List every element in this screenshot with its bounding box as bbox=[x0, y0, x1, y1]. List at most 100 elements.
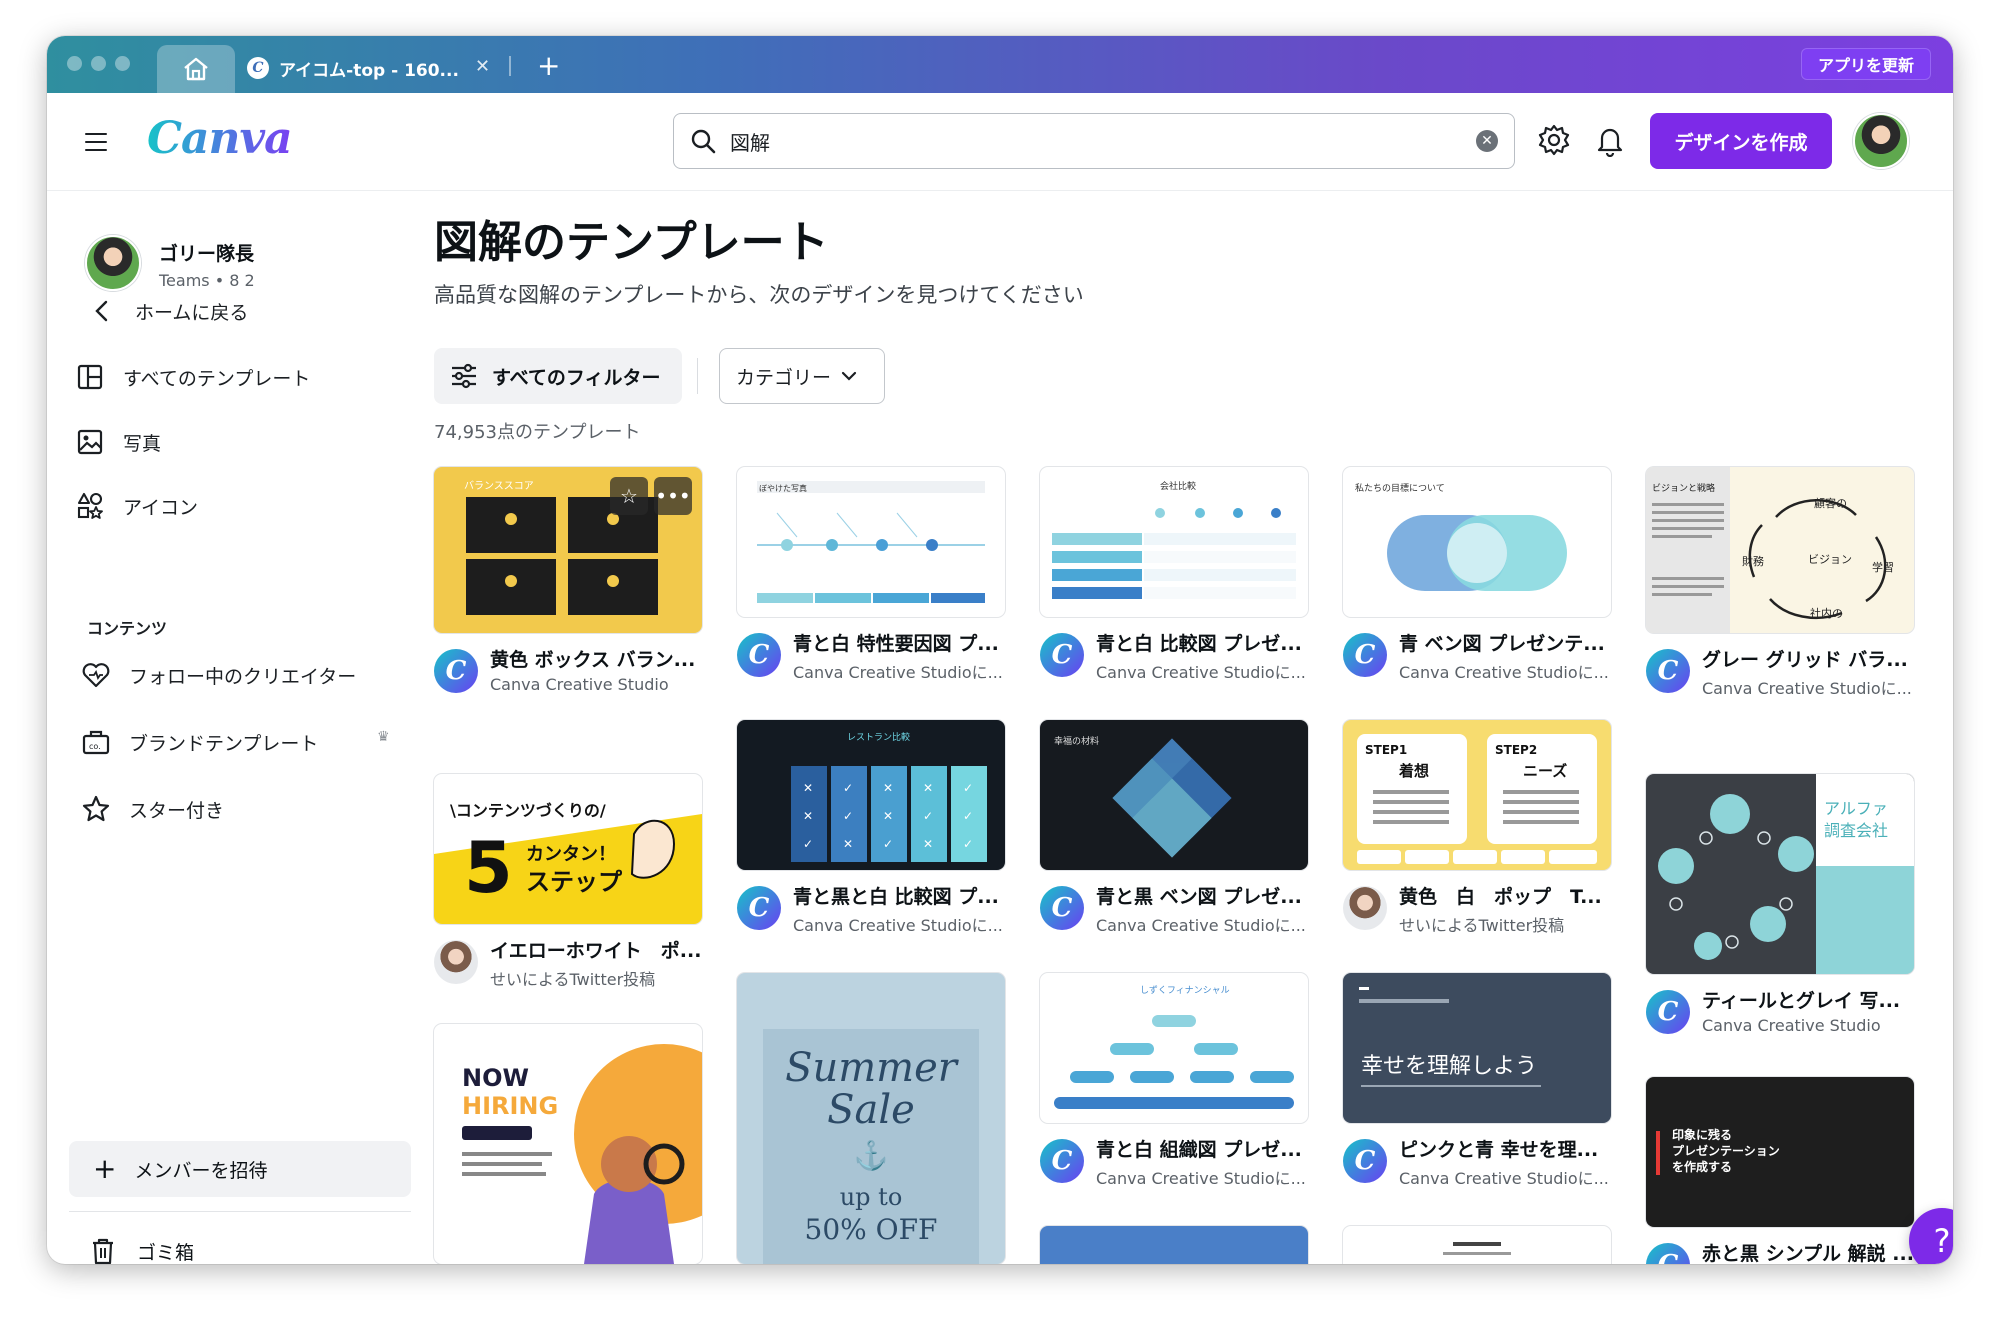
filter-separator bbox=[697, 358, 698, 394]
creator-avatar[interactable]: C bbox=[1646, 1243, 1690, 1264]
gear-icon[interactable] bbox=[1537, 123, 1571, 157]
card-title[interactable]: 赤と黒 シンプル 解説 ... bbox=[1702, 1239, 1914, 1264]
template-thumbnail[interactable] bbox=[1343, 1226, 1611, 1264]
card-author[interactable]: Canva Creative Studioに... bbox=[1399, 1165, 1611, 1189]
card-title[interactable]: 黄色 白 ポップ T... bbox=[1399, 882, 1611, 909]
document-tab[interactable]: C アイコム-top - 160... bbox=[247, 48, 507, 88]
card-meta: C 青と黒 ベン図 プレゼ... Canva Creative Studioに.… bbox=[1040, 880, 1308, 940]
creator-avatar[interactable]: C bbox=[1646, 990, 1690, 1034]
card-title[interactable]: グレー グリッド バラ... bbox=[1702, 645, 1914, 672]
creator-avatar[interactable]: C bbox=[1343, 633, 1387, 677]
card-title[interactable]: 青と黒と白 比較図 プ... bbox=[793, 882, 1005, 909]
profile-avatar[interactable] bbox=[85, 235, 141, 291]
template-thumbnail[interactable]: Summer Sale ⚓ up to 50% OFF bbox=[737, 973, 1005, 1264]
template-thumbnail[interactable]: ビジョンと戦略 顧客の 学習 社内の 財務 ビジョン bbox=[1646, 467, 1914, 633]
template-thumbnail[interactable]: しずくフィナンシャル bbox=[1040, 973, 1308, 1123]
template-thumbnail[interactable]: STEP1 STEP2 着想 ニーズ bbox=[1343, 720, 1611, 870]
thumbnail-label: 幸福の材料 bbox=[1054, 735, 1099, 747]
card-author[interactable]: Canva Creative Studioに... bbox=[1399, 659, 1611, 683]
template-thumbnail[interactable]: \コンテンツづくりの/ 5 カンタン！ ステップ bbox=[434, 774, 702, 924]
creator-avatar[interactable] bbox=[434, 940, 478, 984]
template-thumbnail[interactable]: ぼやけた写真 bbox=[737, 467, 1005, 617]
creator-avatar[interactable]: C bbox=[737, 886, 781, 930]
update-app-button[interactable]: アプリを更新 bbox=[1800, 48, 1931, 80]
creator-avatar[interactable]: C bbox=[1040, 633, 1084, 677]
creator-avatar[interactable]: C bbox=[1646, 649, 1690, 693]
template-thumbnail[interactable]: 印象に残る プレゼンテーション を作成する bbox=[1646, 1077, 1914, 1227]
card-author[interactable]: Canva Creative Studioに... bbox=[793, 659, 1005, 683]
notification-bell-icon[interactable] bbox=[1593, 123, 1627, 157]
creator-avatar[interactable]: C bbox=[434, 649, 478, 693]
card-author[interactable]: せいによるTwitter投稿 bbox=[490, 966, 702, 990]
creator-avatar[interactable]: C bbox=[1343, 1139, 1387, 1183]
fishbone-diagram-art: ぼやけた写真 bbox=[757, 481, 985, 603]
card-title[interactable]: 青と白 組織図 プレゼ... bbox=[1096, 1135, 1308, 1162]
card-author[interactable]: せいによるTwitter投稿 bbox=[1399, 912, 1611, 936]
sidebar-item-label: スター付き bbox=[129, 799, 225, 822]
invite-members-button[interactable]: + メンバーを招待 bbox=[69, 1141, 411, 1197]
window-zoom-dot[interactable] bbox=[115, 56, 130, 71]
sidebar-item-icons[interactable]: アイコン bbox=[75, 484, 198, 528]
card-author[interactable]: Canva Creative Studioに... bbox=[1702, 675, 1914, 699]
template-thumbnail[interactable]: アルファ 調査会社 bbox=[1646, 774, 1914, 974]
sidebar-item-trash[interactable]: ゴミ箱 bbox=[91, 1229, 194, 1264]
creator-avatar[interactable]: C bbox=[1040, 886, 1084, 930]
star-icon[interactable]: ☆ bbox=[610, 477, 648, 515]
template-thumbnail[interactable]: バランススコア ☆ ••• bbox=[434, 467, 702, 633]
template-thumbnail[interactable]: レストラン比較 ✕ ✓ ✕ ✕ ✓ ✕ ✓ ✕ ✓ ✓ ✓ ✕ ✓ ✕ ✓ bbox=[737, 720, 1005, 870]
sidebar-item-photos[interactable]: 写真 bbox=[75, 420, 161, 464]
template-thumbnail[interactable]: 会社比較 bbox=[1040, 467, 1308, 617]
user-avatar[interactable] bbox=[1853, 113, 1909, 169]
window-minimize-dot[interactable] bbox=[91, 56, 106, 71]
search-input[interactable]: 図解 bbox=[730, 127, 1476, 156]
search-box[interactable]: 図解 ✕ bbox=[673, 113, 1515, 169]
card-title[interactable]: 青と白 比較図 プレゼ... bbox=[1096, 629, 1308, 656]
more-options-icon[interactable]: ••• bbox=[654, 477, 692, 515]
home-tab[interactable] bbox=[157, 45, 235, 93]
card-meta: C 青 ベン図 プレゼンテ... Canva Creative Studioに.… bbox=[1343, 627, 1611, 687]
clear-search-icon[interactable]: ✕ bbox=[1476, 130, 1498, 152]
card-author[interactable]: Canva Creative Studioに... bbox=[1096, 912, 1308, 936]
sidebar-item-label: ブランドテンプレート bbox=[129, 732, 319, 755]
template-thumbnail[interactable]: NOW HIRING bbox=[434, 1024, 702, 1264]
creator-avatar[interactable] bbox=[1343, 886, 1387, 930]
sidebar-item-followed-creators[interactable]: フォロー中のクリエイター bbox=[81, 653, 356, 697]
create-design-button[interactable]: デザインを作成 bbox=[1650, 113, 1832, 169]
card-author[interactable]: Canva Creative Studio bbox=[1702, 1016, 1914, 1035]
help-button[interactable]: ? bbox=[1909, 1208, 1953, 1264]
card-author[interactable]: Canva Creative Studio bbox=[490, 675, 702, 694]
card-title[interactable]: 黄色 ボックス バラン... bbox=[490, 645, 702, 672]
profile-name[interactable]: ゴリー隊長 bbox=[159, 239, 254, 266]
sidebar-item-brand-templates[interactable]: co. ブランドテンプレート bbox=[81, 720, 318, 764]
new-tab-plus-icon[interactable]: + bbox=[537, 49, 560, 82]
creator-avatar[interactable]: C bbox=[737, 633, 781, 677]
svg-text:ステップ: ステップ bbox=[526, 868, 623, 896]
svg-text:印象に残る: 印象に残る bbox=[1672, 1127, 1732, 1142]
card-title[interactable]: イエローホワイト ポ... bbox=[490, 936, 702, 963]
card-title[interactable]: 青と黒 ベン図 プレゼ... bbox=[1096, 882, 1308, 909]
canva-logo[interactable]: Canva bbox=[147, 113, 293, 164]
summer-sale-art: Summer Sale ⚓ up to 50% OFF bbox=[763, 1029, 979, 1264]
back-to-home-link[interactable]: ホームに戻る bbox=[87, 289, 248, 333]
all-filters-button[interactable]: すべてのフィルター bbox=[434, 348, 682, 404]
card-title[interactable]: ピンクと青 幸せを理... bbox=[1399, 1135, 1611, 1162]
creator-avatar[interactable]: C bbox=[1040, 1139, 1084, 1183]
category-dropdown[interactable]: カテゴリー bbox=[719, 348, 885, 404]
template-thumbnail[interactable]: 幸せを理解しよう bbox=[1343, 973, 1611, 1123]
card-title[interactable]: 青と白 特性要因図 プ... bbox=[793, 629, 1005, 656]
card-title[interactable]: ティールとグレイ 写... bbox=[1702, 986, 1914, 1013]
card-title[interactable]: 青 ベン図 プレゼンテ... bbox=[1399, 629, 1611, 656]
card-author[interactable]: Canva Creative Studioに... bbox=[1096, 1165, 1308, 1189]
card-author[interactable]: Canva Creative Studioに... bbox=[793, 912, 1005, 936]
sidebar-item-all-templates[interactable]: すべてのテンプレート bbox=[75, 355, 310, 399]
template-thumbnail[interactable]: 私たちの目標について bbox=[1343, 467, 1611, 617]
card-author[interactable]: Canva Creative Studioに... bbox=[1096, 659, 1308, 683]
hamburger-menu-icon[interactable] bbox=[85, 133, 107, 151]
card-meta: C 黄色 ボックス バラン... Canva Creative Studio bbox=[434, 643, 702, 703]
sidebar-item-starred[interactable]: スター付き bbox=[81, 787, 224, 831]
template-thumbnail[interactable]: 幸福の材料 bbox=[1040, 720, 1308, 870]
tab-close-icon[interactable]: ✕ bbox=[475, 56, 490, 77]
window-close-dot[interactable] bbox=[67, 56, 82, 71]
template-thumbnail[interactable] bbox=[1040, 1226, 1308, 1264]
app-window: C アイコム-top - 160... ✕ + アプリを更新 Canva 図解 … bbox=[47, 36, 1953, 1264]
